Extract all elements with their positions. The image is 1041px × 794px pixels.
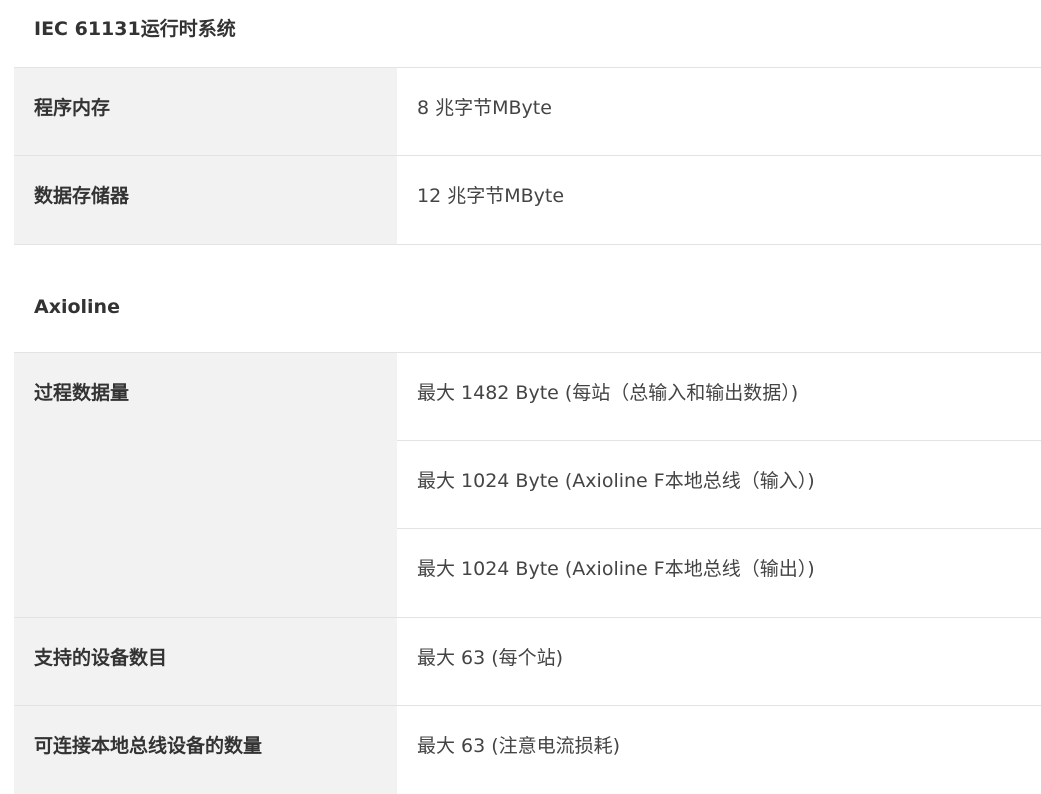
spec-table-iec-runtime: 程序内存 8 兆字节MByte 数据存储器 12 兆字节MByte: [14, 67, 1041, 244]
spec-row-program-memory: 程序内存 8 兆字节MByte: [14, 68, 1041, 156]
spec-label: 过程数据量: [14, 353, 397, 617]
spec-row-data-memory: 数据存储器 12 兆字节MByte: [14, 156, 1041, 244]
spec-values: 12 兆字节MByte: [397, 156, 1041, 244]
spec-value: 最大 1482 Byte (每站（总输入和输出数据）): [397, 353, 1041, 441]
spec-row-local-bus-devices: 可连接本地总线设备的数量 最大 63 (注意电流损耗): [14, 706, 1041, 794]
spec-label: 数据存储器: [14, 156, 397, 244]
spec-values: 最大 1482 Byte (每站（总输入和输出数据）) 最大 1024 Byte…: [397, 353, 1041, 617]
spec-table-axioline: 过程数据量 最大 1482 Byte (每站（总输入和输出数据）) 最大 102…: [14, 352, 1041, 794]
spec-values: 最大 63 (每个站): [397, 618, 1041, 705]
spec-row-process-data: 过程数据量 最大 1482 Byte (每站（总输入和输出数据）) 最大 102…: [14, 353, 1041, 618]
spec-row-supported-devices: 支持的设备数目 最大 63 (每个站): [14, 618, 1041, 706]
spec-value: 最大 63 (每个站): [417, 647, 564, 669]
spec-value: 12 兆字节MByte: [417, 185, 565, 207]
spec-value: 最大 1024 Byte (Axioline F本地总线（输出）): [417, 558, 815, 580]
spec-page: IEC 61131运行时系统 程序内存 8 兆字节MByte 数据存储器 12 …: [14, 0, 1041, 794]
section-title-iec-runtime: IEC 61131运行时系统: [34, 18, 236, 40]
spec-label: 程序内存: [14, 68, 397, 155]
spec-values: 8 兆字节MByte: [397, 68, 1041, 155]
spec-value: 最大 1024 Byte (Axioline F本地总线（输入）): [397, 441, 1041, 529]
spec-value: 最大 63 (注意电流损耗): [417, 735, 621, 757]
spec-label: 可连接本地总线设备的数量: [14, 706, 397, 794]
spec-values: 最大 63 (注意电流损耗): [397, 706, 1041, 794]
spec-label: 支持的设备数目: [14, 618, 397, 705]
section-title-axioline: Axioline: [14, 244, 1041, 352]
spec-value: 8 兆字节MByte: [417, 97, 552, 119]
